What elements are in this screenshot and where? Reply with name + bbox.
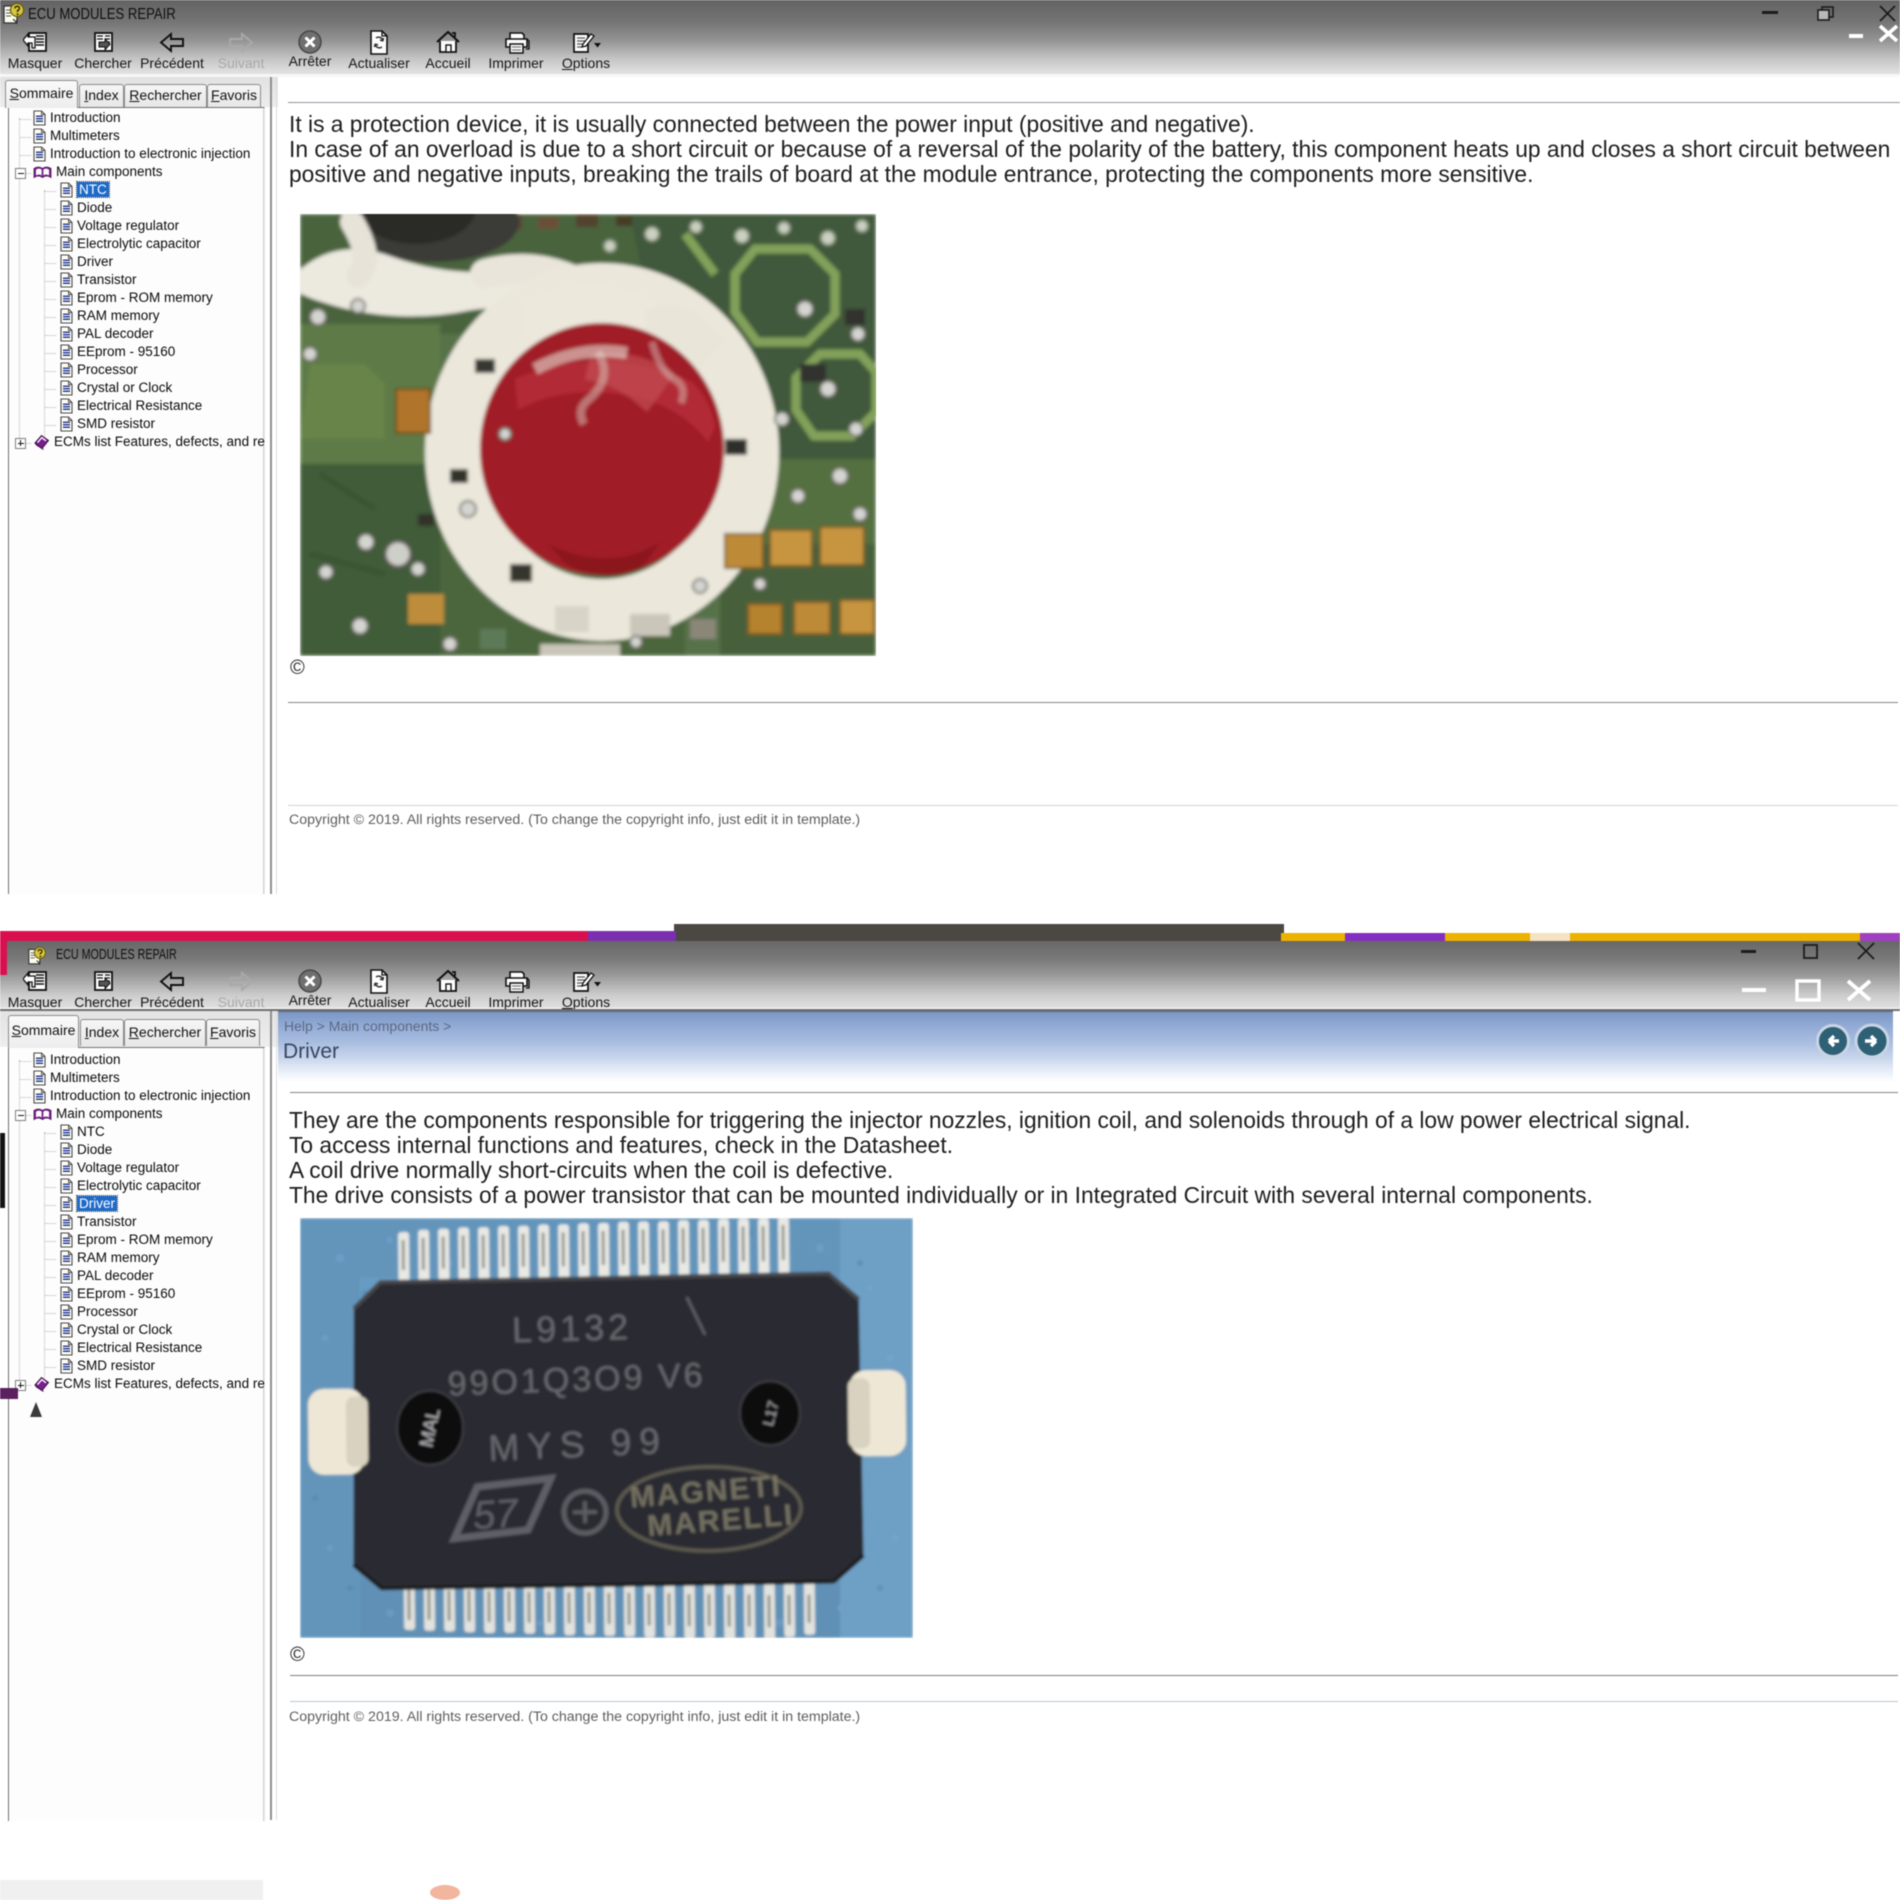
svg-text:L9132: L9132 <box>512 1306 633 1350</box>
svg-text:MYS 99: MYS 99 <box>487 1420 668 1469</box>
svg-text:57: 57 <box>472 1491 521 1538</box>
